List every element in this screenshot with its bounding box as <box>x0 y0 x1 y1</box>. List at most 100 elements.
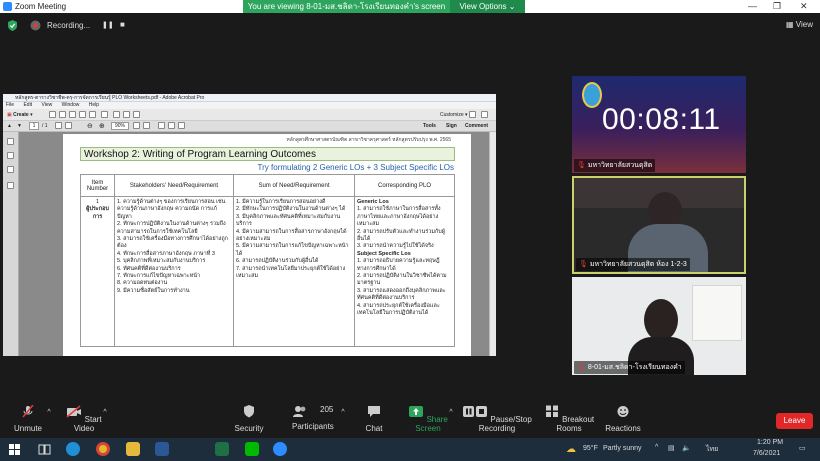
list-item: 5. มีความสามารถในการแก้ไขปัญหาเฉพาะหน้าไ… <box>236 243 349 257</box>
header-corresponding-plo: Corresponding PLO <box>354 174 455 197</box>
customize-button[interactable]: Customize ▾ <box>440 112 468 118</box>
comment-icon[interactable] <box>113 111 120 118</box>
zoom-app-icon[interactable] <box>273 442 287 456</box>
volume-icon[interactable]: 🔈 <box>682 444 691 452</box>
input-language[interactable]: ไทย <box>706 444 718 455</box>
combine-icon[interactable] <box>133 111 140 118</box>
weather-text[interactable]: Partly sunny <box>603 445 642 452</box>
hand-tool-icon[interactable] <box>65 122 72 129</box>
leave-button[interactable]: Leave <box>776 413 813 429</box>
line-icon[interactable] <box>245 442 259 456</box>
clock-time[interactable]: 1:20 PM <box>757 439 783 446</box>
list-item: 1. ความรู้ด้านต่างๆ ของการเรียนการสอน เช… <box>117 199 226 220</box>
sign-tool-icon[interactable] <box>178 122 185 129</box>
participant-name: 🎙 มหาวิทยาลัยสวนดุสิต ห้อง 1-2-3 <box>576 258 690 271</box>
open-icon[interactable] <box>49 111 56 118</box>
view-button[interactable]: ▦ View <box>786 20 813 29</box>
navigation-pane <box>3 132 19 356</box>
plo-table: Item Number Stakeholders' Need/Requireme… <box>80 174 455 347</box>
chat-label: Chat <box>365 424 383 433</box>
comment-tab[interactable]: Comment <box>465 123 488 129</box>
video-tile-2-active-speaker[interactable]: 🎙 มหาวิทยาลัยสวนดุสิต ห้อง 1-2-3 <box>572 176 746 274</box>
sign-tab[interactable]: Sign <box>446 123 457 129</box>
pause-stop-recording-button[interactable]: Pause/Stop Recording <box>461 405 533 433</box>
shield-check-icon[interactable] <box>8 20 17 31</box>
meeting-top-bar: Recording... ❚❚ ■ ▦ View <box>0 13 820 39</box>
upload-icon[interactable] <box>89 111 96 118</box>
print-icon[interactable] <box>69 111 76 118</box>
weather-icon: ☁ <box>566 444 576 455</box>
edit-icon[interactable] <box>101 111 108 118</box>
task-view-icon[interactable] <box>38 443 51 456</box>
save-icon[interactable] <box>59 111 66 118</box>
pages-panel-icon[interactable] <box>7 138 14 145</box>
zoom-in-icon[interactable]: ⊕ <box>99 122 105 130</box>
reactions-button[interactable]: Reactions <box>605 405 641 433</box>
clock-date[interactable]: 7/6/2021 <box>753 450 780 457</box>
muted-mic-icon: 🎙 <box>577 162 586 169</box>
weather-temp[interactable]: 95°F <box>583 445 598 452</box>
list-item: 2. มีทักษะในการปฏิบัติงานในงานด้านต่างๆ … <box>236 206 346 213</box>
breakout-rooms-button[interactable]: Breakout Rooms <box>541 405 597 433</box>
zoom-logo-icon <box>3 2 12 11</box>
pause-recording-button[interactable]: ❚❚ <box>102 21 114 29</box>
next-page-icon[interactable]: ▼ <box>17 123 22 129</box>
menu-file[interactable]: File <box>6 102 14 108</box>
excel-icon[interactable] <box>215 442 229 456</box>
window-background <box>692 285 742 341</box>
view-options-button[interactable]: View Options ⌄ <box>450 0 525 13</box>
maximize-button[interactable]: ❐ <box>773 1 781 12</box>
tray-chevron-icon[interactable]: ^ <box>655 444 658 451</box>
zoom-level-select[interactable]: 90% <box>111 122 129 130</box>
fit-page-icon[interactable] <box>133 122 140 129</box>
comment-tool-icon[interactable] <box>158 122 165 129</box>
audio-options-caret[interactable]: ^ <box>44 409 54 416</box>
share-screen-button[interactable]: Share Screen <box>405 405 451 433</box>
extend-icon[interactable] <box>469 111 476 118</box>
video-tile-3[interactable]: 🎙 8-01-มส.ชลิดา-โรงเรียนทองคำ <box>572 277 746 375</box>
page-number-input[interactable]: 1 <box>29 122 39 130</box>
windows-start-icon[interactable] <box>9 444 20 455</box>
network-icon[interactable]: ▤ <box>668 444 675 452</box>
highlight-icon[interactable] <box>168 122 175 129</box>
tools-tab[interactable]: Tools <box>423 123 436 129</box>
create-button[interactable]: ▣ Create ▾ <box>7 112 33 118</box>
header-stakeholders: Stakeholders' Need/Requirement <box>114 174 234 197</box>
plo-cell: Generic Los 1. สามารถใช้ภาษาในการสื่อสาร… <box>354 196 455 347</box>
notifications-icon[interactable]: ▭ <box>799 444 806 452</box>
chat-button[interactable]: Chat <box>362 405 386 433</box>
prev-page-icon[interactable]: ▲ <box>7 123 12 129</box>
email-icon[interactable] <box>79 111 86 118</box>
vertical-scrollbar[interactable] <box>489 132 496 356</box>
menu-view[interactable]: View <box>41 102 52 108</box>
video-tile-1[interactable]: 00:08:11 🎙 มหาวิทยาลัยสวนดุสิต <box>572 76 746 173</box>
close-button[interactable]: ✕ <box>800 1 808 12</box>
zoom-out-icon[interactable]: ⊖ <box>87 122 93 130</box>
attachments-panel-icon[interactable] <box>7 166 14 173</box>
share-options-caret[interactable]: ^ <box>446 409 456 416</box>
muted-mic-icon: 🎙 <box>577 364 586 371</box>
participants-button[interactable]: 205 Participants <box>292 405 334 431</box>
fit-width-icon[interactable] <box>143 122 150 129</box>
edge-icon[interactable] <box>66 442 80 456</box>
fullscreen-icon[interactable] <box>481 111 488 118</box>
workshop-title: Workshop 2: Writing of Program Learning … <box>80 147 455 161</box>
stop-recording-button[interactable]: ■ <box>120 20 125 29</box>
participants-caret[interactable]: ^ <box>338 409 348 416</box>
unmute-button[interactable]: Unmute <box>12 404 44 433</box>
minimize-button[interactable]: — <box>748 1 757 11</box>
word-icon[interactable] <box>155 442 169 456</box>
menu-help[interactable]: Help <box>89 102 99 108</box>
file-explorer-icon[interactable] <box>126 442 140 456</box>
bookmarks-panel-icon[interactable] <box>7 152 14 159</box>
menu-edit[interactable]: Edit <box>23 102 32 108</box>
stamp-icon[interactable] <box>123 111 130 118</box>
select-tool-icon[interactable] <box>55 122 62 129</box>
chrome-icon[interactable] <box>96 442 110 456</box>
menu-window[interactable]: Window <box>62 102 80 108</box>
layers-panel-icon[interactable] <box>7 182 14 189</box>
security-button[interactable]: Security <box>232 405 266 433</box>
video-options-caret[interactable]: ^ <box>100 409 110 416</box>
list-item: 1. สามารถอธิบายความรู้และทฤษฎีทางการศึกษ… <box>357 258 440 272</box>
list-item: 6. ทัศนคติที่ดีต่องานบริการ <box>117 265 181 272</box>
